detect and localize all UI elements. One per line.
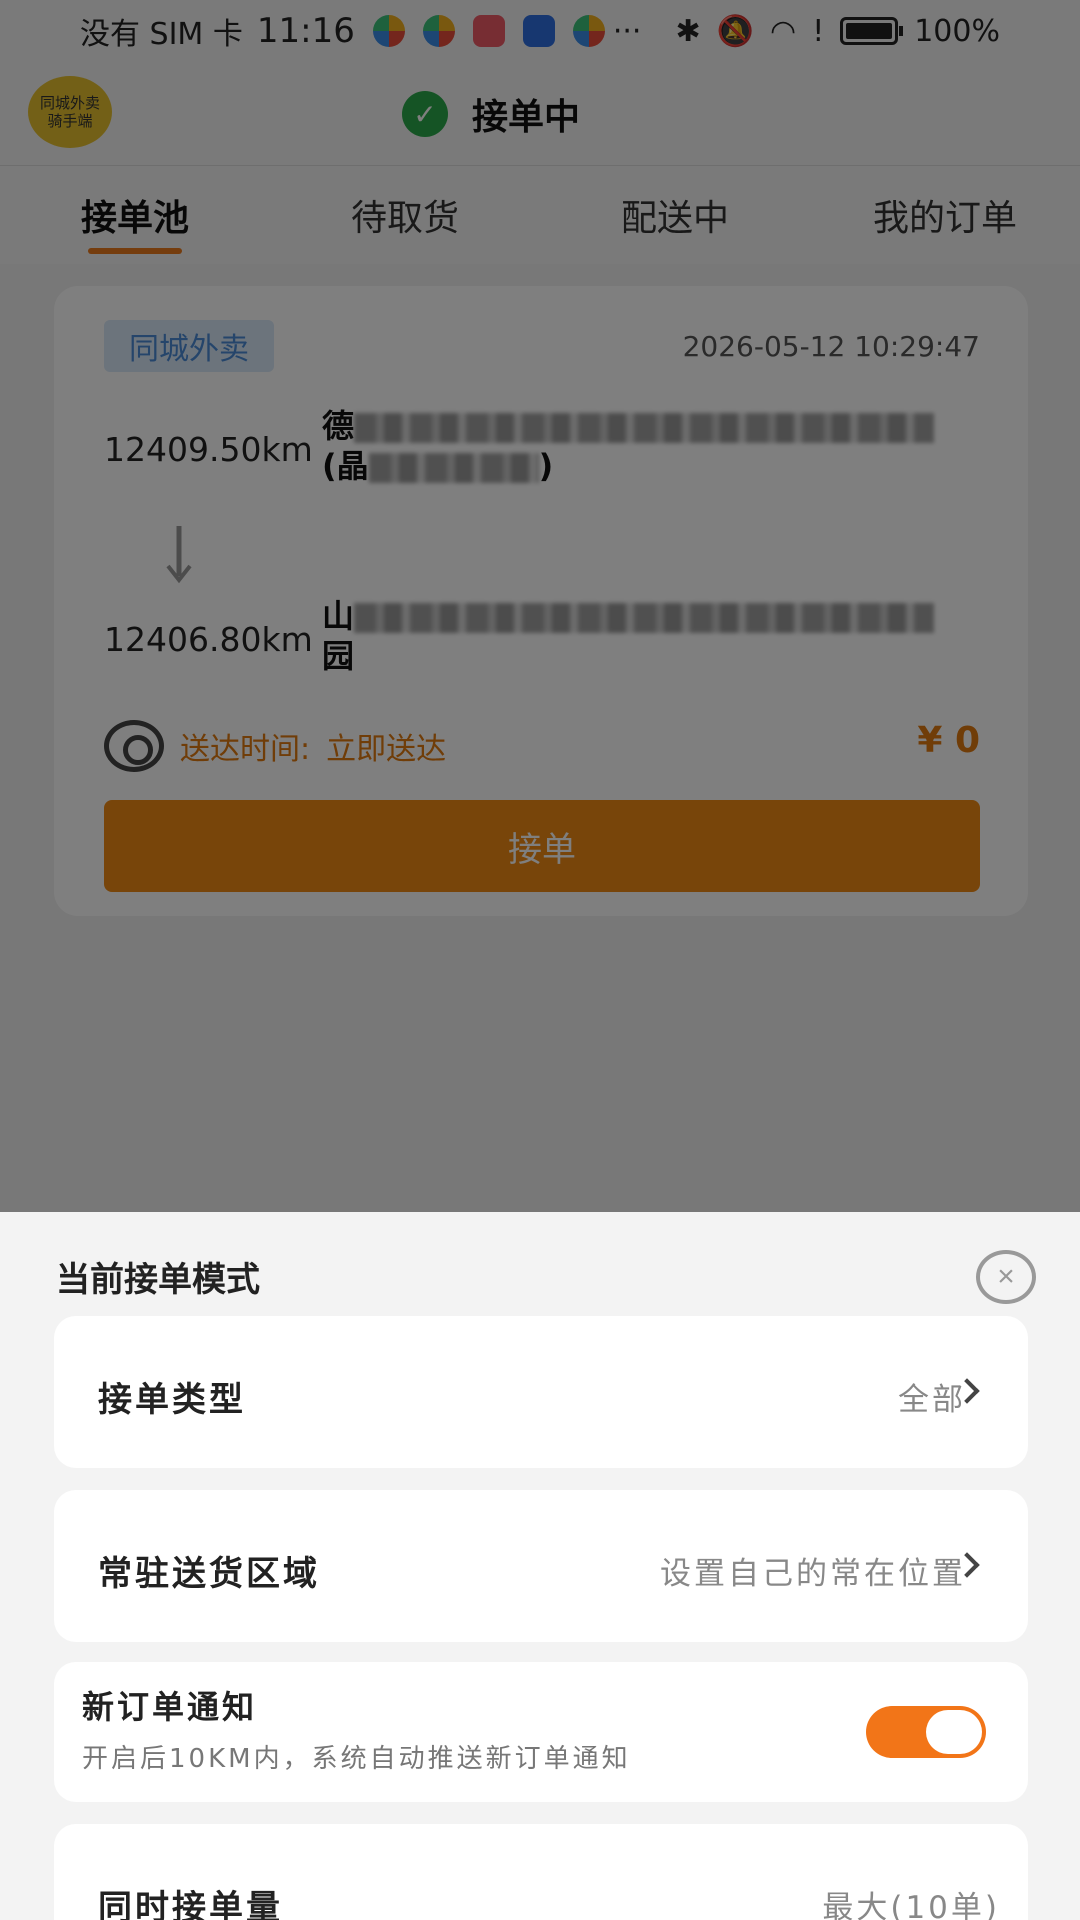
sheet-title: 当前接单模式 — [56, 1260, 260, 1300]
delivery-area-row[interactable]: 常驻送货区域 设置自己的常在位置 — [54, 1490, 1028, 1642]
notify-subtitle: 开启后10KM内，系统自动推送新订单通知 — [82, 1744, 631, 1774]
modal-backdrop[interactable] — [0, 0, 1080, 1212]
delivery-area-value: 设置自己的常在位置 — [660, 1556, 966, 1592]
notify-toggle[interactable] — [866, 1706, 986, 1758]
order-type-label: 接单类型 — [98, 1380, 246, 1420]
capacity-row[interactable]: 同时接单量 最大(10单) — [54, 1824, 1028, 1920]
capacity-value: 最大(10单) — [822, 1890, 1000, 1920]
new-order-notify-row: 新订单通知 开启后10KM内，系统自动推送新订单通知 — [54, 1662, 1028, 1802]
order-type-row[interactable]: 接单类型 全部 — [54, 1316, 1028, 1468]
order-type-value: 全部 — [898, 1382, 966, 1418]
toggle-knob — [926, 1710, 982, 1754]
capacity-label: 同时接单量 — [98, 1888, 283, 1920]
delivery-area-label: 常驻送货区域 — [98, 1554, 320, 1594]
close-icon: × — [997, 1260, 1015, 1293]
order-mode-sheet: 当前接单模式 × 接单类型 全部 常驻送货区域 设置自己的常在位置 新订单通知 … — [0, 1212, 1080, 1920]
notify-title: 新订单通知 — [82, 1688, 258, 1726]
close-button[interactable]: × — [976, 1250, 1036, 1304]
